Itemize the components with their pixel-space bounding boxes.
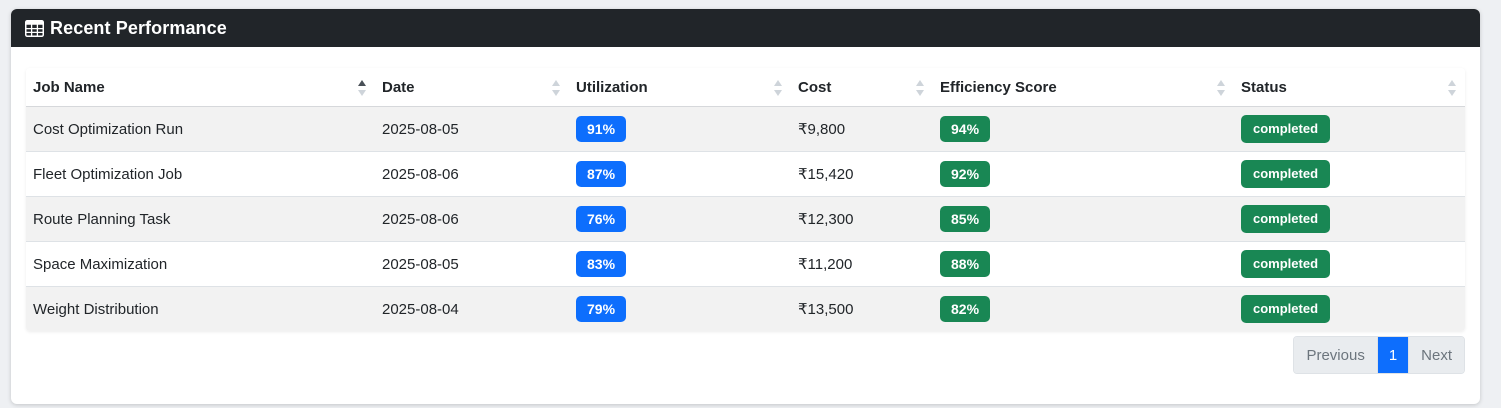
performance-table: Job Name Date Utilization Cost Efficienc…	[26, 68, 1465, 331]
utilization-cell: 91%	[569, 106, 791, 152]
cost-cell: ₹12,300	[791, 196, 933, 242]
utilization-cell: 79%	[569, 286, 791, 331]
sort-icon	[1217, 80, 1225, 96]
efficiency-badge: 82%	[940, 296, 991, 322]
page-1-button[interactable]: 1	[1376, 337, 1409, 373]
status-badge: completed	[1241, 250, 1331, 278]
date-cell: 2025-08-06	[375, 151, 569, 197]
sort-icon	[552, 80, 560, 96]
utilization-cell: 76%	[569, 196, 791, 242]
status-cell: completed	[1234, 286, 1465, 331]
date-cell: 2025-08-05	[375, 241, 569, 287]
status-badge: completed	[1241, 205, 1331, 233]
efficiency-badge: 92%	[940, 161, 991, 187]
column-header-utilization[interactable]: Utilization	[569, 68, 791, 107]
utilization-badge: 91%	[576, 116, 627, 142]
table-row: Cost Optimization Run 2025-08-05 91% ₹9,…	[26, 106, 1465, 152]
column-header-job-name[interactable]: Job Name	[26, 68, 375, 107]
status-badge: completed	[1241, 295, 1331, 323]
column-header-label: Job Name	[33, 78, 105, 96]
pagination: Previous 1 Next	[1293, 336, 1465, 374]
efficiency-cell: 85%	[933, 196, 1234, 242]
sort-icon	[1448, 80, 1456, 96]
efficiency-cell: 94%	[933, 106, 1234, 152]
table-header-row: Job Name Date Utilization Cost Efficienc…	[26, 68, 1465, 107]
status-cell: completed	[1234, 106, 1465, 152]
performance-table-wrapper: Job Name Date Utilization Cost Efficienc…	[26, 68, 1465, 331]
column-header-label: Cost	[798, 78, 832, 96]
column-header-date[interactable]: Date	[375, 68, 569, 107]
sort-icon	[916, 80, 924, 96]
efficiency-cell: 92%	[933, 151, 1234, 197]
utilization-badge: 83%	[576, 251, 627, 277]
job-name-cell: Space Maximization	[26, 241, 375, 287]
table-row: Fleet Optimization Job 2025-08-06 87% ₹1…	[26, 151, 1465, 197]
status-cell: completed	[1234, 241, 1465, 287]
sort-ascending-icon	[358, 80, 366, 96]
table-row: Space Maximization 2025-08-05 83% ₹11,20…	[26, 241, 1465, 287]
date-cell: 2025-08-04	[375, 286, 569, 331]
card-header: Recent Performance	[11, 9, 1480, 47]
job-name-cell: Route Planning Task	[26, 196, 375, 242]
table-icon	[25, 18, 45, 38]
efficiency-badge: 88%	[940, 251, 991, 277]
utilization-cell: 87%	[569, 151, 791, 197]
efficiency-cell: 88%	[933, 241, 1234, 287]
cost-cell: ₹13,500	[791, 286, 933, 331]
status-badge: completed	[1241, 160, 1331, 188]
next-page-button[interactable]: Next	[1408, 337, 1464, 373]
utilization-badge: 87%	[576, 161, 627, 187]
cost-cell: ₹9,800	[791, 106, 933, 152]
column-header-label: Utilization	[576, 78, 648, 96]
status-cell: completed	[1234, 196, 1465, 242]
status-badge: completed	[1241, 115, 1331, 143]
column-header-label: Efficiency Score	[940, 78, 1057, 96]
cost-cell: ₹15,420	[791, 151, 933, 197]
column-header-label: Status	[1241, 78, 1287, 96]
efficiency-badge: 94%	[940, 116, 991, 142]
column-header-cost[interactable]: Cost	[791, 68, 933, 107]
job-name-cell: Cost Optimization Run	[26, 106, 375, 152]
date-cell: 2025-08-06	[375, 196, 569, 242]
cost-cell: ₹11,200	[791, 241, 933, 287]
card-title: Recent Performance	[50, 17, 227, 38]
previous-page-button[interactable]: Previous	[1294, 337, 1377, 373]
column-header-status[interactable]: Status	[1234, 68, 1465, 107]
job-name-cell: Fleet Optimization Job	[26, 151, 375, 197]
column-header-efficiency-score[interactable]: Efficiency Score	[933, 68, 1234, 107]
utilization-cell: 83%	[569, 241, 791, 287]
date-cell: 2025-08-05	[375, 106, 569, 152]
column-header-label: Date	[382, 78, 415, 96]
table-row: Weight Distribution 2025-08-04 79% ₹13,5…	[26, 286, 1465, 331]
performance-card: Recent Performance Job Name Date Utiliza…	[11, 9, 1480, 404]
sort-icon	[774, 80, 782, 96]
utilization-badge: 76%	[576, 206, 627, 232]
utilization-badge: 79%	[576, 296, 627, 322]
efficiency-badge: 85%	[940, 206, 991, 232]
table-row: Route Planning Task 2025-08-06 76% ₹12,3…	[26, 196, 1465, 242]
efficiency-cell: 82%	[933, 286, 1234, 331]
status-cell: completed	[1234, 151, 1465, 197]
job-name-cell: Weight Distribution	[26, 286, 375, 331]
